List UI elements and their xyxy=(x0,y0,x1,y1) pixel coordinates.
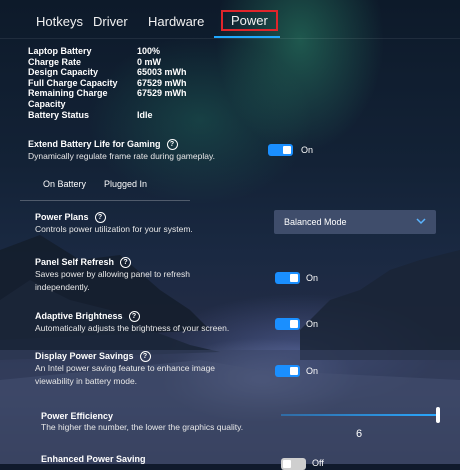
display-power-savings-desc-2: viewability in battery mode. xyxy=(35,376,138,387)
info-value: 65003 mWh xyxy=(137,67,187,78)
subtab-on-battery[interactable]: On Battery xyxy=(43,179,86,189)
toggle-knob xyxy=(290,367,298,375)
info-value: 67529 mWh xyxy=(137,77,187,88)
battery-info-row: Full Charge Capacity 67529 mWh xyxy=(28,78,187,89)
tab-hotkeys[interactable]: Hotkeys xyxy=(36,14,83,29)
display-power-savings-title-row: Display Power Savings? xyxy=(35,351,215,363)
subtab-plugged-in[interactable]: Plugged In xyxy=(104,179,147,189)
display-power-savings-setting: Display Power Savings? An Intel power sa… xyxy=(35,351,215,388)
toggle-knob xyxy=(283,460,291,468)
battery-info-row: Laptop Battery 100% xyxy=(28,46,187,57)
power-efficiency-desc: The higher the number, the lower the gra… xyxy=(41,422,244,432)
enhanced-power-saving-state: Off xyxy=(312,458,324,468)
info-key: Laptop Battery xyxy=(28,46,92,56)
enhanced-power-saving-setting: Enhanced Power Saving xyxy=(41,454,146,464)
power-efficiency-setting: Power Efficiency The higher the number, … xyxy=(41,411,243,434)
extend-battery-setting: Extend Battery Life for Gaming? Dynamica… xyxy=(28,139,215,163)
help-icon[interactable]: ? xyxy=(120,257,132,269)
panel-self-refresh-desc-2: independently. xyxy=(35,282,90,293)
toggle-knob xyxy=(283,146,291,154)
display-power-savings-state: On xyxy=(306,366,319,376)
power-efficiency-slider-track[interactable] xyxy=(281,414,439,416)
enhanced-power-saving-title: Enhanced Power Saving xyxy=(41,454,146,464)
info-key: Remaining Charge Capacity xyxy=(28,88,108,109)
power-plans-setting: Power Plans? Controls power utilization … xyxy=(35,212,193,236)
help-icon[interactable]: ? xyxy=(139,351,151,363)
toggle-knob xyxy=(290,320,298,328)
adaptive-brightness-title-row: Adaptive Brightness? xyxy=(35,311,229,323)
info-key: Battery Status xyxy=(28,109,90,120)
panel-self-refresh-title-row: Panel Self Refresh? xyxy=(35,257,190,269)
power-efficiency-value: 6 xyxy=(356,428,363,440)
panel-self-refresh-state: On xyxy=(306,273,319,283)
power-efficiency-slider-thumb[interactable] xyxy=(436,407,440,423)
extend-battery-desc: Dynamically regulate frame rate during g… xyxy=(28,151,215,162)
toggle-knob xyxy=(290,274,298,282)
power-plans-dropdown[interactable]: Balanced Mode xyxy=(274,210,436,234)
info-value: 100% xyxy=(137,46,161,56)
battery-info-row: Charge Rate 0 mW xyxy=(28,57,187,68)
power-efficiency-title: Power Efficiency xyxy=(41,411,114,421)
adaptive-brightness-desc: Automatically adjusts the brightness of … xyxy=(35,323,230,334)
info-value: 67529 mWh xyxy=(137,88,187,99)
battery-info: Laptop Battery 100% Charge Rate 0 mW Desig… xyxy=(28,46,187,120)
extend-battery-state: On xyxy=(301,145,314,155)
power-plans-title: Power Plans xyxy=(35,212,89,222)
adaptive-brightness-state: On xyxy=(306,319,319,329)
power-plans-desc: Controls power utilization for your syst… xyxy=(35,224,193,235)
panel-self-refresh-setting: Panel Self Refresh? Saves power by allow… xyxy=(35,257,190,294)
extend-battery-title: Extend Battery Life for Gaming xyxy=(28,139,161,149)
tab-power[interactable]: Power xyxy=(221,10,278,31)
panel-self-refresh-title: Panel Self Refresh xyxy=(35,257,115,267)
battery-info-row: Design Capacity 65003 mWh xyxy=(28,67,187,78)
adaptive-brightness-toggle[interactable] xyxy=(275,318,300,330)
info-key: Full Charge Capacity xyxy=(28,77,118,88)
info-key: Design Capacity xyxy=(28,67,99,78)
help-icon[interactable]: ? xyxy=(166,139,178,151)
display-power-savings-desc-1: An Intel power saving feature to enhance… xyxy=(35,363,216,374)
info-value: 0 mW xyxy=(137,56,162,67)
battery-info-row: Battery Status Idle xyxy=(28,110,187,121)
top-tab-bar: Hotkeys Driver Hardware Power xyxy=(0,0,460,39)
active-tab-indicator xyxy=(214,36,280,38)
adaptive-brightness-title: Adaptive Brightness xyxy=(35,311,123,321)
help-icon[interactable]: ? xyxy=(128,311,140,323)
power-plans-title-row: Power Plans? xyxy=(35,212,193,224)
panel-self-refresh-toggle[interactable] xyxy=(275,272,300,284)
info-key: Charge Rate xyxy=(28,56,82,67)
help-icon[interactable]: ? xyxy=(94,212,106,224)
power-plans-selected: Balanced Mode xyxy=(284,217,347,227)
display-power-savings-title: Display Power Savings xyxy=(35,351,134,361)
battery-info-row: Remaining Charge Capacity 67529 mWh xyxy=(28,88,187,109)
subtab-divider xyxy=(20,200,190,201)
extend-battery-toggle[interactable] xyxy=(268,144,293,156)
tab-hardware[interactable]: Hardware xyxy=(148,14,204,29)
info-value: Idle xyxy=(137,109,153,120)
extend-battery-title-row: Extend Battery Life for Gaming? xyxy=(28,139,215,151)
chevron-down-icon xyxy=(416,218,426,225)
adaptive-brightness-setting: Adaptive Brightness? Automatically adjus… xyxy=(35,311,229,335)
panel-self-refresh-desc-1: Saves power by allowing panel to refresh xyxy=(35,269,190,280)
display-power-savings-toggle[interactable] xyxy=(275,365,300,377)
enhanced-power-saving-toggle[interactable] xyxy=(281,458,306,470)
tab-driver[interactable]: Driver xyxy=(93,14,128,29)
